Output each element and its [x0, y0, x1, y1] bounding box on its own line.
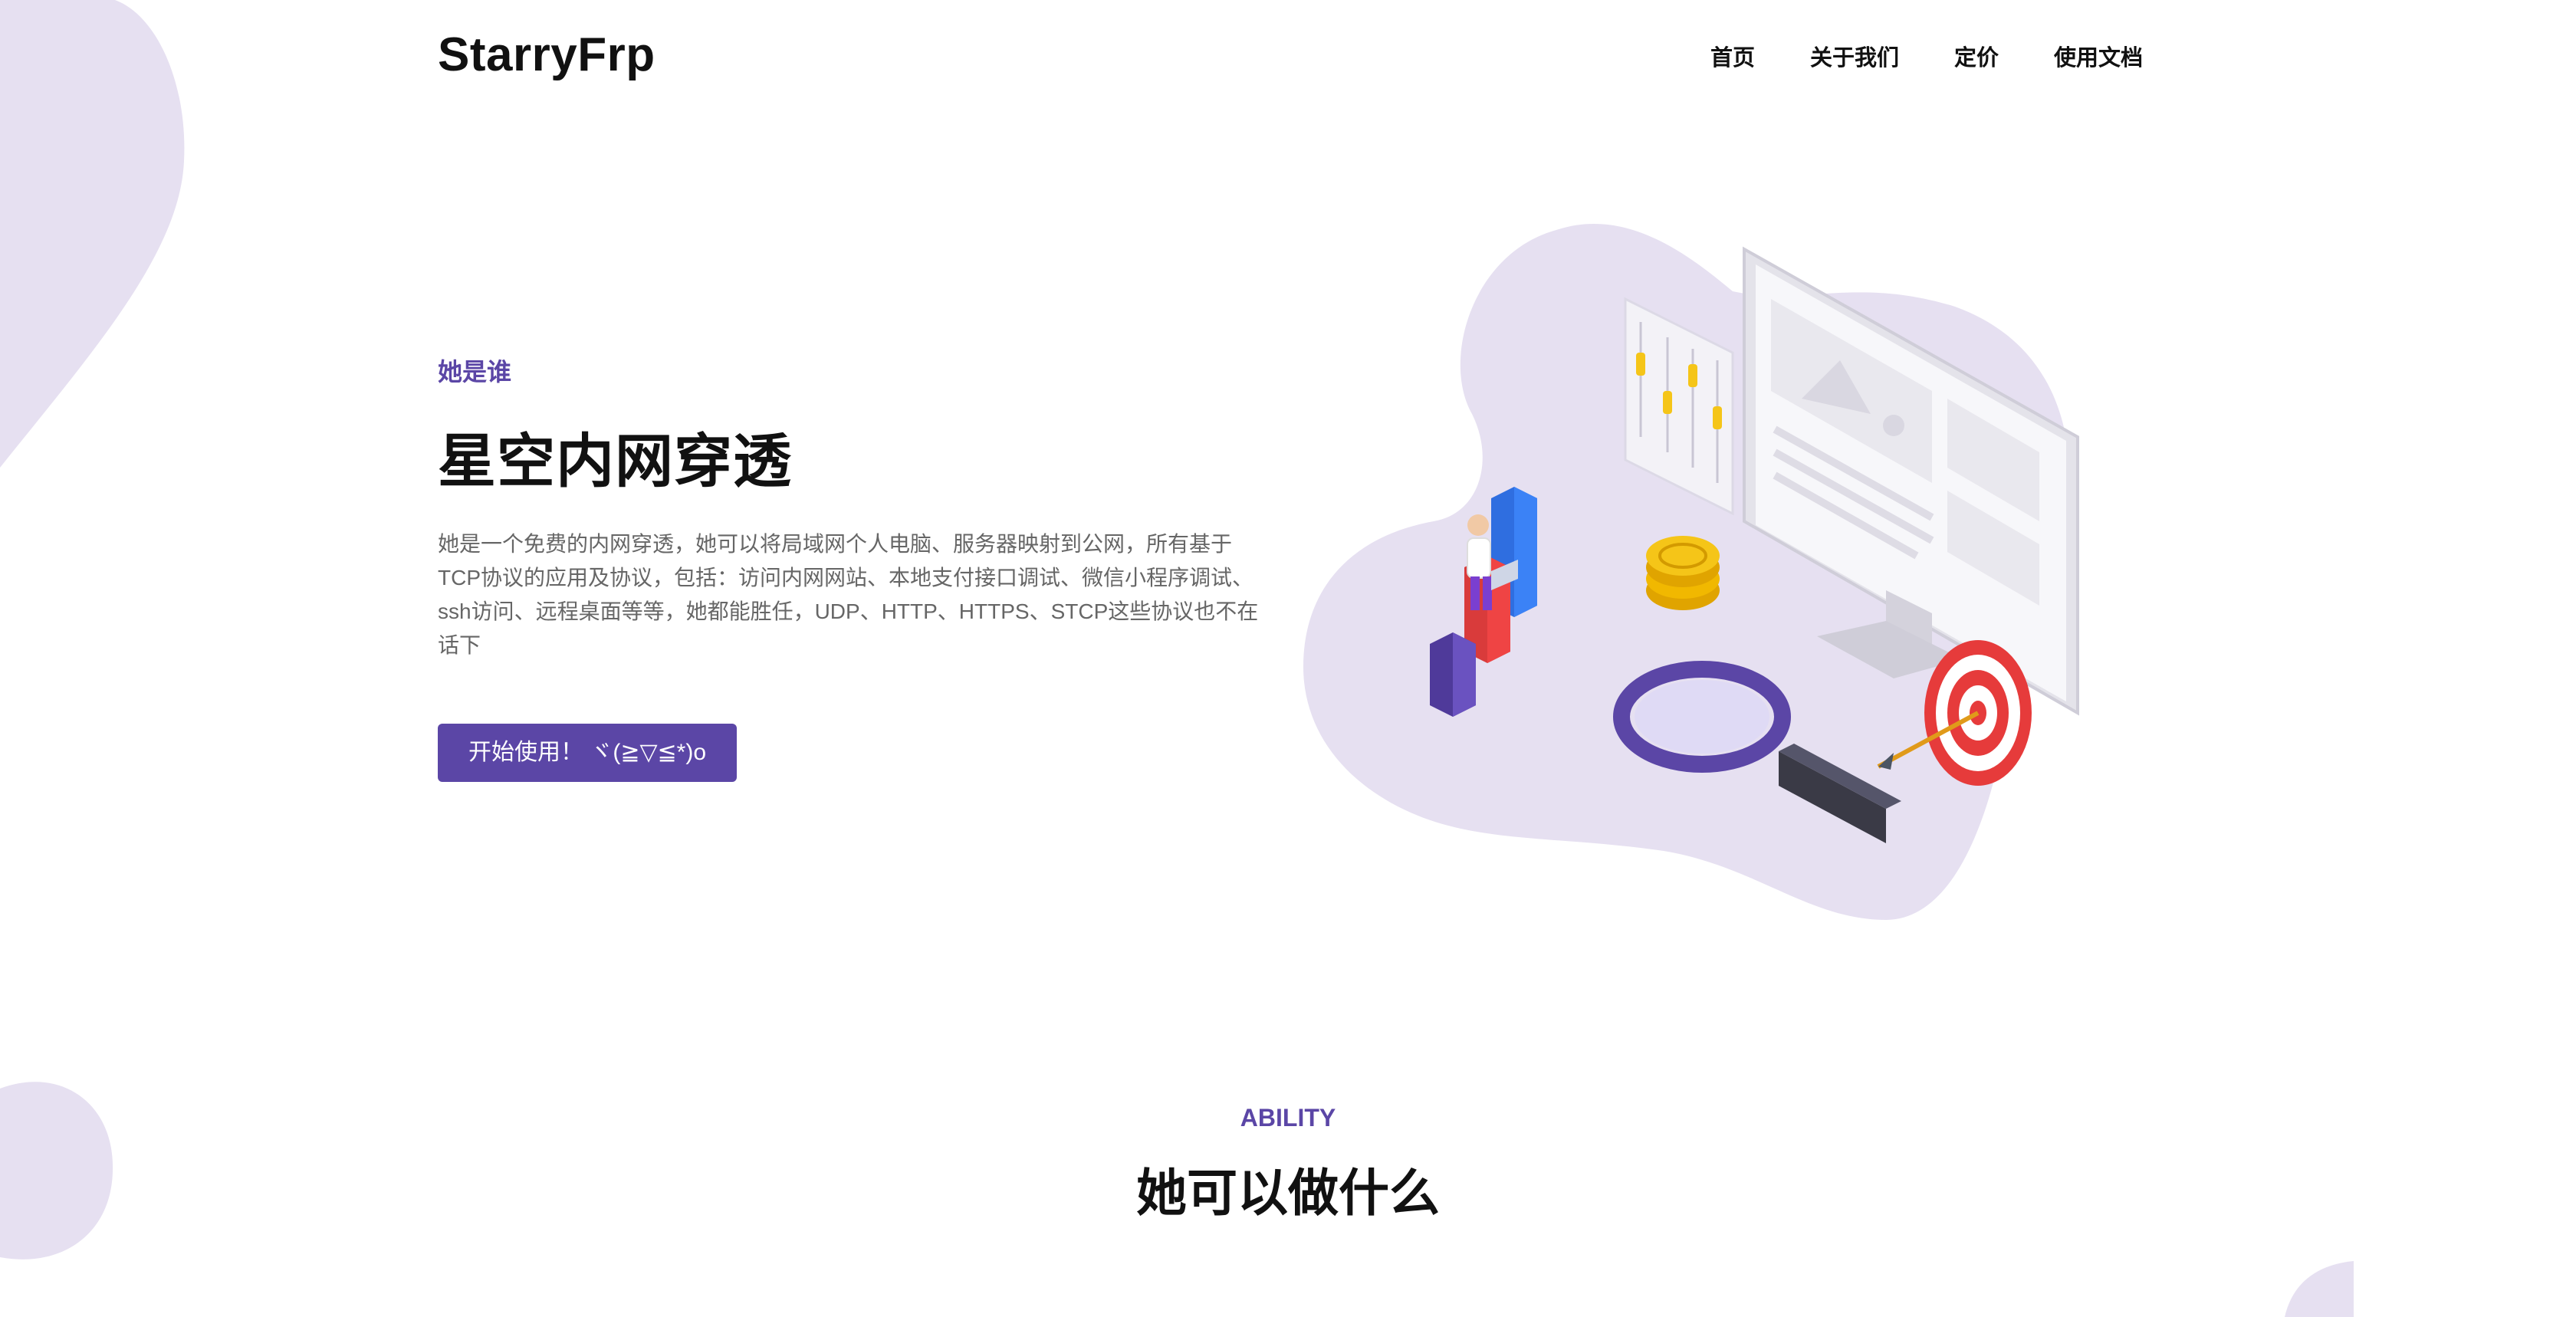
nav-item-home[interactable]: 首页	[1710, 40, 1755, 72]
ability-tag: ABILITY	[1240, 1104, 1336, 1131]
hero-title: 星空内网穿透	[438, 429, 792, 494]
hero-eyebrow: 她是谁	[438, 358, 512, 386]
site-logo[interactable]: StarryFrp	[438, 28, 656, 82]
coin-stack	[1646, 536, 1720, 610]
nav-menu: 首页 关于我们 定价 使用文档	[1710, 40, 2143, 72]
top-navbar: StarryFrp 首页 关于我们 定价 使用文档	[0, 0, 2576, 115]
hero-description: 她是一个免费的内网穿透，她可以将局域网个人电脑、服务器映射到公网，所有基于TCP…	[438, 532, 1259, 657]
nav-item-about[interactable]: 关于我们	[1810, 40, 1899, 72]
ability-section: ABILITY 她可以做什么	[0, 1104, 2576, 1226]
nav-item-docs[interactable]: 使用文档	[2054, 40, 2143, 72]
hero-illustration	[1303, 223, 2079, 920]
hero-section: 她是谁 星空内网穿透 她是一个免费的内网穿透，她可以将局域网个人电脑、服务器映射…	[438, 353, 1266, 782]
bg-blob-bottom-right	[2285, 1261, 2354, 1317]
ability-title: 她可以做什么	[1136, 1164, 1440, 1221]
nav-item-pricing[interactable]: 定价	[1954, 40, 1999, 72]
get-started-button[interactable]: 开始使用！ ヾ(≧▽≦*)o	[438, 724, 738, 782]
